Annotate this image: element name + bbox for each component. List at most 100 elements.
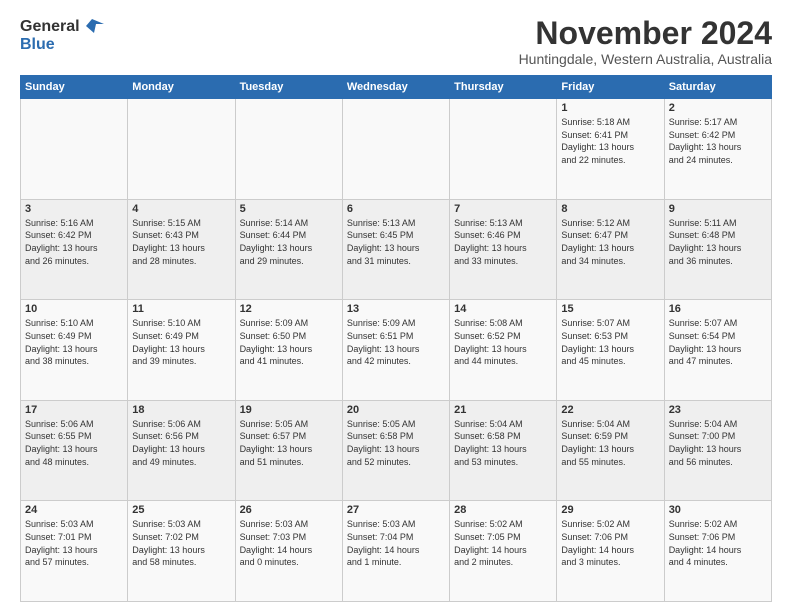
day-number: 13 [347,303,445,315]
page: General Blue November 2024 Huntingdale, … [0,0,792,612]
day-info: Sunrise: 5:09 AM Sunset: 6:50 PM Dayligh… [240,317,338,367]
cell-w4-d5: 22 Sunrise: 5:04 AM Sunset: 6:59 PM Dayli… [557,400,664,501]
cell-w5-d3: 27 Sunrise: 5:03 AM Sunset: 7:04 PM Dayli… [342,501,449,602]
cell-w4-d3: 20Sunrise: 5:05 AM Sunset: 6:58 PM Dayli… [342,400,449,501]
day-info: Sunrise: 5:03 AM Sunset: 7:02 PM Dayligh… [132,518,230,568]
week-row-2: 3Sunrise: 5:16 AM Sunset: 6:42 PM Daylig… [21,199,772,300]
cell-w1-d1 [128,99,235,200]
day-info: Sunrise: 5:13 AM Sunset: 6:45 PM Dayligh… [347,217,445,267]
main-title: November 2024 [519,16,772,51]
day-info: Sunrise: 5:18 AM Sunset: 6:41 PM Dayligh… [561,116,659,166]
day-number: 21 [454,404,552,416]
day-info: Sunrise: 5:03 AM Sunset: 7:01 PM Dayligh… [25,518,123,568]
day-info: Sunrise: 5:07 AM Sunset: 6:53 PM Dayligh… [561,317,659,367]
day-number: 27 [347,504,445,516]
col-thursday: Thursday [450,76,557,99]
cell-w3-d4: 14 Sunrise: 5:08 AM Sunset: 6:52 PM Dayli… [450,300,557,401]
col-tuesday: Tuesday [235,76,342,99]
cell-w5-d5: 29Sunrise: 5:02 AM Sunset: 7:06 PM Dayli… [557,501,664,602]
col-wednesday: Wednesday [342,76,449,99]
cell-w4-d6: 23 Sunrise: 5:04 AM Sunset: 7:00 PM Dayli… [664,400,771,501]
subtitle: Huntingdale, Western Australia, Australi… [519,51,772,67]
day-info: Sunrise: 5:05 AM Sunset: 6:57 PM Dayligh… [240,418,338,468]
day-info: Sunrise: 5:06 AM Sunset: 6:55 PM Dayligh… [25,418,123,468]
cell-w3-d2: 12 Sunrise: 5:09 AM Sunset: 6:50 PM Dayli… [235,300,342,401]
week-row-4: 17 Sunrise: 5:06 AM Sunset: 6:55 PM Dayli… [21,400,772,501]
cell-w5-d1: 25Sunrise: 5:03 AM Sunset: 7:02 PM Dayli… [128,501,235,602]
cell-w1-d3 [342,99,449,200]
day-number: 11 [132,303,230,315]
day-number: 29 [561,504,659,516]
day-info: Sunrise: 5:08 AM Sunset: 6:52 PM Dayligh… [454,317,552,367]
day-number: 1 [561,102,659,114]
day-number: 5 [240,203,338,215]
cell-w1-d4 [450,99,557,200]
day-info: Sunrise: 5:02 AM Sunset: 7:05 PM Dayligh… [454,518,552,568]
col-saturday: Saturday [664,76,771,99]
day-number: 10 [25,303,123,315]
day-number: 28 [454,504,552,516]
calendar-table: Sunday Monday Tuesday Wednesday Thursday… [20,75,772,602]
cell-w5-d0: 24 Sunrise: 5:03 AM Sunset: 7:01 PM Dayli… [21,501,128,602]
day-info: Sunrise: 5:14 AM Sunset: 6:44 PM Dayligh… [240,217,338,267]
day-info: Sunrise: 5:04 AM Sunset: 6:59 PM Dayligh… [561,418,659,468]
cell-w4-d0: 17 Sunrise: 5:06 AM Sunset: 6:55 PM Dayli… [21,400,128,501]
day-info: Sunrise: 5:03 AM Sunset: 7:03 PM Dayligh… [240,518,338,568]
day-number: 12 [240,303,338,315]
cell-w1-d0 [21,99,128,200]
day-number: 23 [669,404,767,416]
cell-w2-d4: 7 Sunrise: 5:13 AM Sunset: 6:46 PM Daylig… [450,199,557,300]
day-number: 8 [561,203,659,215]
logo-bird-icon [82,19,104,35]
day-number: 6 [347,203,445,215]
day-number: 7 [454,203,552,215]
cell-w3-d0: 10Sunrise: 5:10 AM Sunset: 6:49 PM Dayli… [21,300,128,401]
cell-w2-d3: 6 Sunrise: 5:13 AM Sunset: 6:45 PM Daylig… [342,199,449,300]
day-number: 16 [669,303,767,315]
cell-w2-d2: 5 Sunrise: 5:14 AM Sunset: 6:44 PM Daylig… [235,199,342,300]
week-row-3: 10 Sunrise: 5:10 AM Sunset: 6:49 PM Dayli… [21,300,772,401]
logo-area: General Blue [20,16,104,53]
cell-w5-d2: 26 Sunrise: 5:03 AM Sunset: 7:03 PM Dayli… [235,501,342,602]
day-number: 26 [240,504,338,516]
cell-w2-d0: 3Sunrise: 5:16 AM Sunset: 6:42 PM Daylig… [21,199,128,300]
cell-w3-d6: 16 Sunrise: 5:07 AM Sunset: 6:54 PM Dayli… [664,300,771,401]
day-info: Sunrise: 5:02 AM Sunset: 7:06 PM Dayligh… [669,518,767,568]
day-info: Sunrise: 5:17 AM Sunset: 6:42 PM Dayligh… [669,116,767,166]
day-number: 4 [132,203,230,215]
cell-w4-d1: 18 Sunrise: 5:06 AM Sunset: 6:56 PM Dayli… [128,400,235,501]
day-number: 22 [561,404,659,416]
day-number: 14 [454,303,552,315]
day-info: Sunrise: 5:09 AM Sunset: 6:51 PM Dayligh… [347,317,445,367]
day-info: Sunrise: 5:10 AM Sunset: 6:49 PM Dayligh… [132,317,230,367]
cell-w5-d6: 30 Sunrise: 5:02 AM Sunset: 7:06 PM Dayli… [664,501,771,602]
cell-w2-d1: 4Sunrise: 5:15 AM Sunset: 6:43 PM Daylig… [128,199,235,300]
day-info: Sunrise: 5:03 AM Sunset: 7:04 PM Dayligh… [347,518,445,568]
cell-w1-d2 [235,99,342,200]
day-number: 17 [25,404,123,416]
day-number: 20 [347,404,445,416]
cell-w1-d5: 1 Sunrise: 5:18 AM Sunset: 6:41 PM Daylig… [557,99,664,200]
day-info: Sunrise: 5:07 AM Sunset: 6:54 PM Dayligh… [669,317,767,367]
day-number: 24 [25,504,123,516]
title-area: November 2024 Huntingdale, Western Austr… [519,16,772,67]
cell-w3-d1: 11 Sunrise: 5:10 AM Sunset: 6:49 PM Dayli… [128,300,235,401]
logo-svg-wrap: General Blue [20,18,104,53]
cell-w2-d5: 8Sunrise: 5:12 AM Sunset: 6:47 PM Daylig… [557,199,664,300]
cell-w3-d5: 15 Sunrise: 5:07 AM Sunset: 6:53 PM Dayli… [557,300,664,401]
col-friday: Friday [557,76,664,99]
day-number: 30 [669,504,767,516]
day-number: 15 [561,303,659,315]
cell-w5-d4: 28 Sunrise: 5:02 AM Sunset: 7:05 PM Dayli… [450,501,557,602]
cell-w3-d3: 13 Sunrise: 5:09 AM Sunset: 6:51 PM Dayli… [342,300,449,401]
day-number: 18 [132,404,230,416]
cell-w4-d4: 21Sunrise: 5:04 AM Sunset: 6:58 PM Dayli… [450,400,557,501]
day-number: 9 [669,203,767,215]
day-info: Sunrise: 5:16 AM Sunset: 6:42 PM Dayligh… [25,217,123,267]
day-info: Sunrise: 5:06 AM Sunset: 6:56 PM Dayligh… [132,418,230,468]
day-info: Sunrise: 5:11 AM Sunset: 6:48 PM Dayligh… [669,217,767,267]
week-row-1: 1 Sunrise: 5:18 AM Sunset: 6:41 PM Daylig… [21,99,772,200]
cell-w1-d6: 2Sunrise: 5:17 AM Sunset: 6:42 PM Daylig… [664,99,771,200]
day-info: Sunrise: 5:04 AM Sunset: 7:00 PM Dayligh… [669,418,767,468]
day-info: Sunrise: 5:13 AM Sunset: 6:46 PM Dayligh… [454,217,552,267]
